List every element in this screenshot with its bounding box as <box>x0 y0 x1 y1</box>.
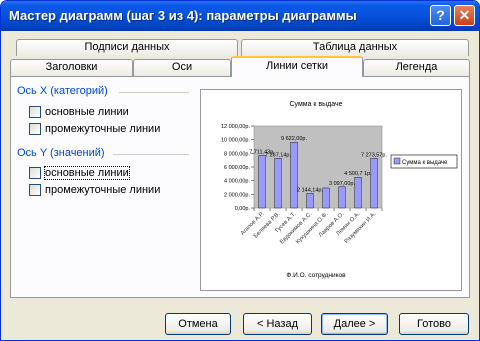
legend-label: Сумма к выдаче <box>402 160 448 166</box>
group-y-divider <box>113 154 189 155</box>
x-minor-gridlines-checkbox[interactable] <box>29 123 41 135</box>
chart-bar <box>338 186 346 209</box>
y-axis-ticks: 0,00р. 2 000,00р. 4 000,00р. 6 000,00р. 8 00… <box>221 124 254 212</box>
chart-plot-area <box>253 125 383 209</box>
data-label: 7 267,14р. <box>265 152 291 158</box>
tab-panel-gridlines: Ось X (категорий) основные линии промежу… <box>10 76 470 298</box>
x-major-gridlines-label[interactable]: основные линии <box>45 106 129 118</box>
tab-gridlines[interactable]: Линии сетки <box>231 56 363 77</box>
data-label: 2 144,14р. <box>297 187 323 193</box>
group-x-axis-label: Ось X (категорий) <box>17 85 108 97</box>
y-tick-label: 2 000,00р. <box>224 192 250 198</box>
tab-data-table[interactable]: Таблица данных <box>241 39 469 56</box>
tab-titles[interactable]: Заголовки <box>10 59 133 76</box>
data-label: 3 097,00р. <box>329 181 355 187</box>
data-label: 9 622,00р. <box>281 136 307 142</box>
chart-legend: Сумма к выдаче <box>390 154 458 169</box>
cancel-button[interactable]: Отмена <box>165 313 231 335</box>
chart-bar <box>370 158 378 209</box>
group-x-divider <box>119 92 189 93</box>
x-axis-ticks: Агапов А.Р.Беляева Р.В.Гусев А.Т.Евдоким… <box>240 208 383 245</box>
y-tick-label: 10 000,00р. <box>221 138 251 144</box>
chart-svg: Сумма к выдаче 0,00р. 2 000,00р. 4 000,00р… <box>221 101 458 279</box>
y-tick-label: 4 000,00р. <box>224 179 250 185</box>
y-major-gridlines-checkbox[interactable] <box>29 167 41 179</box>
data-label: 4 500,7 1р. <box>344 171 372 177</box>
chart-bar <box>322 187 330 209</box>
y-tick-label: 12 000,00р. <box>221 124 251 130</box>
close-icon: ✕ <box>458 7 471 23</box>
y-minor-gridlines-label[interactable]: промежуточные линии <box>45 184 160 196</box>
chart-bar <box>274 158 282 209</box>
chart-preview: Сумма к выдаче 0,00р. 2 000,00р. 4 000,00р… <box>200 89 462 291</box>
x-major-gridlines-checkbox[interactable] <box>29 106 41 118</box>
title-bar[interactable]: Мастер диаграмм (шаг 3 из 4): параметры … <box>1 1 479 31</box>
window-title: Мастер диаграмм (шаг 3 из 4): параметры … <box>9 8 357 23</box>
y-tick-label: 0,00р. <box>235 206 251 212</box>
chart-bar <box>306 193 314 209</box>
y-tick-label: 8 000,00р. <box>224 151 250 157</box>
back-button[interactable]: < Назад <box>243 313 312 335</box>
chart-bar <box>354 177 362 209</box>
help-button[interactable]: ? <box>430 5 451 26</box>
x-axis-title: Ф.И.О. сотрудников <box>286 272 346 279</box>
data-label: 7 273,57р. <box>361 152 387 158</box>
chart-bar <box>258 155 266 209</box>
y-minor-gridlines-checkbox[interactable] <box>29 184 41 196</box>
legend-swatch <box>393 157 401 165</box>
chart-bar <box>290 142 298 209</box>
y-tick-label: 6 000,00р. <box>224 165 250 171</box>
finish-button[interactable]: Готово <box>399 313 469 335</box>
next-button[interactable]: Далее > <box>321 313 388 335</box>
chart-title: Сумма к выдаче <box>289 101 342 108</box>
x-minor-gridlines-label[interactable]: промежуточные линии <box>45 123 160 135</box>
tab-legend[interactable]: Легенда <box>363 59 470 76</box>
close-button[interactable]: ✕ <box>454 5 475 26</box>
group-y-axis-label: Ось Y (значений) <box>17 147 105 159</box>
tab-data-labels[interactable]: Подписи данных <box>16 39 238 56</box>
help-icon: ? <box>436 7 445 23</box>
chart-wizard-dialog: Мастер диаграмм (шаг 3 из 4): параметры … <box>0 0 480 341</box>
tab-axes[interactable]: Оси <box>133 59 231 76</box>
y-major-gridlines-label[interactable]: основные линии <box>44 166 130 180</box>
